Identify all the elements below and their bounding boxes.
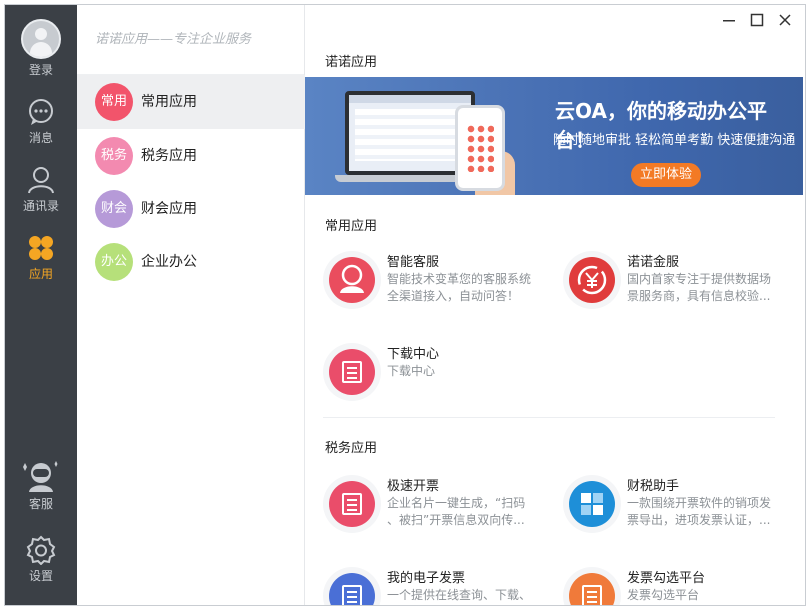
section-title-common: 常用应用 <box>325 219 378 234</box>
app-window: 登录 消息 通讯录 应用 客服 设置 诺诺应用——专注企业服务 常用 常用应用 … <box>4 4 806 606</box>
category-tax[interactable]: 税务 税务应用 <box>77 129 305 183</box>
rail-login-label: 登录 <box>28 63 53 77</box>
tax-assistant-icon <box>581 493 603 515</box>
phone-illustration <box>455 105 505 191</box>
category-badge: 常用 <box>95 83 133 121</box>
chat-bubble-icon <box>29 99 53 125</box>
app-title: 财税助手 <box>627 479 680 494</box>
category-label: 税务应用 <box>141 148 197 164</box>
maximize-icon <box>750 13 764 27</box>
app-tile-nuonuo-finance[interactable]: 诺诺金服 国内首家专注于提供数据场 景服务商，具有信息校验... <box>563 251 785 317</box>
app-logo <box>323 475 381 533</box>
category-common[interactable]: 常用 常用应用 <box>77 75 305 129</box>
e-invoice-icon <box>342 585 362 605</box>
rail-settings[interactable]: 设置 <box>5 535 77 599</box>
minimize-icon <box>723 20 735 22</box>
app-description: 发票勾选平台 <box>627 588 700 602</box>
section-title-nuonuo: 诺诺应用 <box>325 55 378 70</box>
avatar[interactable] <box>21 19 61 59</box>
contacts-person-icon <box>28 167 54 194</box>
app-tile-fast-invoice[interactable]: 极速开票 企业名片一键生成，“扫码 、被扫”开票信息双向传... <box>323 475 545 541</box>
rail-login[interactable]: 登录 <box>5 19 77 83</box>
try-now-button[interactable]: 立即体验 <box>631 163 701 187</box>
app-title: 下载中心 <box>387 347 440 362</box>
app-description: 企业名片一键生成，“扫码 、被扫”开票信息双向传... <box>387 496 526 527</box>
support-agent-icon <box>340 264 364 293</box>
category-office[interactable]: 办公 企业办公 <box>77 235 305 289</box>
category-label: 常用应用 <box>141 94 197 110</box>
app-logo <box>323 251 381 309</box>
category-accounting[interactable]: 财会 财会应用 <box>77 182 305 236</box>
app-description: 一款围绕开票软件的销项发 票导出，进项发票认证，... <box>627 496 772 527</box>
rail-contacts[interactable]: 通讯录 <box>5 165 77 229</box>
category-badge: 财会 <box>95 190 133 228</box>
customer-service-icon <box>23 461 58 492</box>
app-title: 智能客服 <box>387 255 440 270</box>
section-divider <box>323 417 775 418</box>
promo-banner[interactable]: 云OA，你的移动办公平台！ 随时随地审批 轻松简单考勤 快速便捷沟通 立即体验 <box>305 77 803 195</box>
app-logo <box>563 567 621 605</box>
app-tile-tax-assistant[interactable]: 财税助手 一款围绕开票软件的销项发 票导出，进项发票认证，... <box>563 475 785 541</box>
minimize-button[interactable] <box>719 13 739 33</box>
rail-contacts-label: 通讯录 <box>22 199 59 213</box>
rail-messages[interactable]: 消息 <box>5 97 77 161</box>
rail-support[interactable]: 客服 <box>5 459 77 523</box>
section-title-tax: 税务应用 <box>325 441 378 456</box>
rail-settings-label: 设置 <box>28 569 53 583</box>
app-logo <box>323 567 381 605</box>
app-tile-smart-service[interactable]: 智能客服 智能技术变革您的客服系统 全渠道接入，自动问答！ <box>323 251 545 317</box>
app-tile-invoice-check[interactable]: 发票勾选平台 发票勾选平台 <box>563 567 785 605</box>
app-description: 智能技术变革您的客服系统 全渠道接入，自动问答！ <box>387 272 532 303</box>
maximize-button[interactable] <box>747 13 767 33</box>
apps-grid-icon <box>29 236 53 260</box>
app-description: 国内首家专注于提供数据场 景服务商，具有信息校验... <box>627 272 772 303</box>
banner-subtitle: 随时随地审批 轻松简单考勤 快速便捷沟通 <box>553 133 796 148</box>
category-pane: 诺诺应用——专注企业服务 常用 常用应用 税务 税务应用 财会 财会应用 办公 … <box>77 5 305 605</box>
category-label: 企业办公 <box>141 254 197 270</box>
app-description: 一个提供在线查询、下载、 <box>387 588 532 602</box>
invoice-check-icon <box>582 585 602 605</box>
app-logo <box>563 251 621 309</box>
rail-messages-label: 消息 <box>28 131 53 145</box>
app-tile-download-center[interactable]: 下载中心 下载中心 <box>323 343 545 409</box>
yuan-exchange-icon <box>577 265 607 295</box>
app-description: 下载中心 <box>387 364 436 378</box>
left-rail: 登录 消息 通讯录 应用 客服 设置 <box>5 5 77 605</box>
rail-apps-label: 应用 <box>28 267 53 281</box>
app-logo <box>563 475 621 533</box>
rail-apps[interactable]: 应用 <box>5 233 77 297</box>
rail-support-label: 客服 <box>28 497 53 511</box>
category-badge: 税务 <box>95 137 133 175</box>
category-label: 财会应用 <box>141 201 197 217</box>
close-icon <box>779 14 791 26</box>
app-title: 我的电子发票 <box>387 571 466 586</box>
app-title: 诺诺金服 <box>627 255 680 270</box>
invoice-rocket-icon <box>342 493 362 515</box>
main-content: 诺诺应用 云OA，你的移动办公平台！ 随时随地审批 轻松简单考勤 快速便捷沟通 … <box>305 5 805 605</box>
document-rocket-icon <box>342 361 362 383</box>
category-badge: 办公 <box>95 243 133 281</box>
app-title: 发票勾选平台 <box>627 571 706 586</box>
app-tile-my-e-invoice[interactable]: 我的电子发票 一个提供在线查询、下载、 <box>323 567 545 605</box>
gear-icon <box>26 535 56 565</box>
app-logo <box>323 343 381 401</box>
slogan: 诺诺应用——专注企业服务 <box>77 5 304 75</box>
app-title: 极速开票 <box>387 479 440 494</box>
close-button[interactable] <box>775 13 795 33</box>
